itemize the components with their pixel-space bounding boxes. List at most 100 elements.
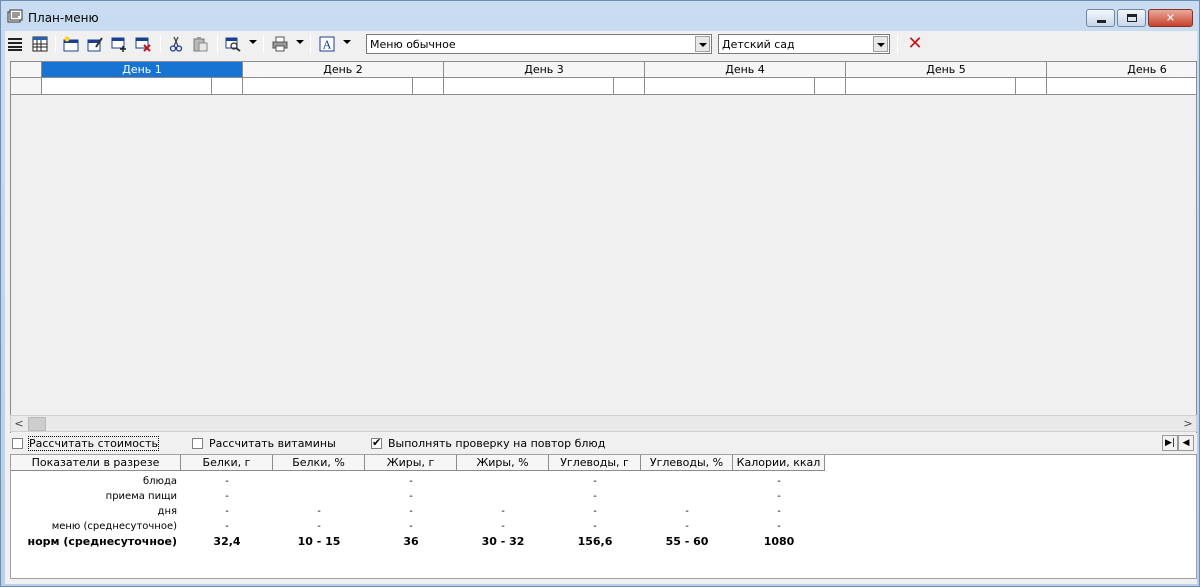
nutrition-header-row: Показатели в разрезе Белки, г Белки, % Жиры…	[11, 455, 1198, 471]
calc-vitamins-box[interactable]	[192, 438, 203, 449]
insert-icon	[111, 37, 126, 52]
calc-cost-box[interactable]	[12, 438, 23, 449]
calc-cost-label: Рассчитать стоимость	[28, 436, 159, 451]
preview-button[interactable]	[223, 34, 243, 54]
nutrition-value: 156,6	[577, 535, 613, 548]
nutrition-row: блюда - - - -	[11, 474, 1198, 489]
nutrition-value: -	[501, 521, 505, 532]
nutrition-value: -	[777, 506, 781, 517]
nutrition-value: -	[409, 506, 413, 517]
day-header[interactable]: День 3	[444, 62, 645, 78]
delete-day-button[interactable]	[133, 34, 153, 54]
day-dish-cell[interactable]	[846, 78, 1016, 95]
close-button[interactable]: ✕	[1148, 9, 1193, 27]
paste-button[interactable]	[190, 34, 210, 54]
minimize-button[interactable]	[1086, 9, 1115, 27]
day-header[interactable]: День 5	[846, 62, 1047, 78]
nutrition-value: -	[225, 521, 229, 532]
edit-day-button[interactable]	[85, 34, 105, 54]
nutrition-value: -	[409, 491, 413, 502]
day-dish-cell[interactable]	[243, 78, 413, 95]
calc-cost-checkbox[interactable]: Рассчитать стоимость	[12, 436, 159, 451]
nutrition-value: 1080	[763, 535, 795, 548]
add-day-button[interactable]	[61, 34, 81, 54]
menu-type-dropdown-button[interactable]	[695, 36, 710, 52]
day-header[interactable]: День 1	[42, 62, 243, 78]
cut-button[interactable]	[166, 34, 186, 54]
day-header[interactable]: День 2	[243, 62, 444, 78]
day-header[interactable]: День 4	[645, 62, 846, 78]
print-icon	[272, 36, 288, 52]
close-red-icon[interactable]: ✕	[905, 34, 925, 54]
toolbar-separator	[897, 35, 898, 53]
title-bar[interactable]: План-меню ✕	[1, 1, 1199, 31]
preview-dropdown-arrow[interactable]	[249, 40, 257, 44]
minimize-icon	[1097, 20, 1106, 23]
nutrition-value: 10 - 15	[297, 535, 341, 548]
day-amount-cell[interactable]	[413, 78, 444, 95]
font-dropdown-arrow[interactable]	[343, 40, 351, 44]
nutrition-row-label: приема пищи	[105, 491, 177, 502]
nutrition-header-cell[interactable]: Показатели в разрезе	[11, 455, 181, 471]
nutrition-header-cell[interactable]: Углеводы, г	[549, 455, 641, 471]
day-dish-cell[interactable]	[1047, 78, 1196, 95]
check-repeat-label: Выполнять проверку на повтор блюд	[388, 437, 606, 450]
day-dish-cell[interactable]	[444, 78, 614, 95]
menu-plan-grid[interactable]: День 1 День 2 День 3 День 4 День 5 День 6	[10, 61, 1197, 433]
check-repeat-box[interactable]	[371, 436, 382, 449]
next-end-icon[interactable]: ▶|	[1162, 435, 1178, 451]
nutrition-header-cell[interactable]: Белки, г	[181, 455, 273, 471]
nutrition-table: Показатели в разрезе Белки, г Белки, % Жиры…	[10, 454, 1197, 579]
nutrition-value: 30 - 32	[481, 535, 525, 548]
app-icon	[7, 9, 23, 23]
nutrition-value: 55 - 60	[665, 535, 709, 548]
list-view-button[interactable]	[5, 34, 25, 54]
status-bar	[5, 579, 1197, 584]
day-amount-cell[interactable]	[815, 78, 846, 95]
nutrition-header-cell[interactable]: Жиры, г	[365, 455, 457, 471]
font-button[interactable]: A	[317, 34, 337, 54]
nutrition-value: -	[317, 506, 321, 517]
maximize-button[interactable]	[1117, 9, 1146, 27]
day-dish-cell[interactable]	[42, 78, 212, 95]
nutrition-row-label: блюда	[142, 476, 177, 487]
nutrition-header-cell[interactable]: Калории, ккал	[733, 455, 825, 471]
calc-vitamins-checkbox[interactable]: Рассчитать витамины	[192, 437, 336, 450]
nutrition-value: -	[593, 476, 597, 487]
menu-type-select[interactable]: Меню обычное	[366, 34, 712, 54]
scroll-right-arrow-icon[interactable]: >	[1180, 417, 1196, 431]
insert-day-button[interactable]	[109, 34, 129, 54]
paste-icon	[193, 37, 208, 52]
day-dish-cell[interactable]	[645, 78, 815, 95]
toolbar-separator	[310, 35, 311, 53]
table-icon	[32, 36, 48, 52]
nutrition-value	[273, 489, 365, 504]
check-repeat-checkbox[interactable]: Выполнять проверку на повтор блюд	[371, 436, 606, 450]
nutrition-row: приема пищи - - - -	[11, 489, 1198, 504]
nutrition-header-cell[interactable]: Белки, %	[273, 455, 365, 471]
nutrition-value: 32,4	[213, 535, 241, 548]
print-button[interactable]	[270, 34, 290, 54]
horizontal-scrollbar[interactable]: < >	[10, 415, 1197, 432]
edit-day-icon	[87, 37, 103, 52]
category-dropdown-button[interactable]	[873, 36, 888, 52]
nutrition-value: -	[225, 491, 229, 502]
nutrition-value: -	[317, 521, 321, 532]
nutrition-row-label: норм (среднесуточное)	[27, 535, 178, 548]
day-amount-cell[interactable]	[1016, 78, 1047, 95]
nutrition-header-cell[interactable]: Жиры, %	[457, 455, 549, 471]
table-view-button[interactable]	[30, 34, 50, 54]
nutrition-value: -	[685, 521, 689, 532]
day-header[interactable]: День 6	[1047, 62, 1196, 78]
day-amount-cell[interactable]	[614, 78, 645, 95]
nutrition-value: -	[777, 491, 781, 502]
day-amount-cell[interactable]	[212, 78, 243, 95]
nutrition-header-cell[interactable]: Углеводы, %	[641, 455, 733, 471]
print-dropdown-arrow[interactable]	[296, 40, 304, 44]
nutrition-value: -	[409, 476, 413, 487]
calc-vitamins-label: Рассчитать витамины	[209, 437, 336, 450]
category-select[interactable]: Детский сад	[718, 34, 890, 54]
scroll-left-arrow-icon[interactable]: <	[11, 417, 27, 431]
scroll-thumb[interactable]	[28, 417, 46, 431]
prev-icon[interactable]: ◀	[1178, 435, 1194, 451]
